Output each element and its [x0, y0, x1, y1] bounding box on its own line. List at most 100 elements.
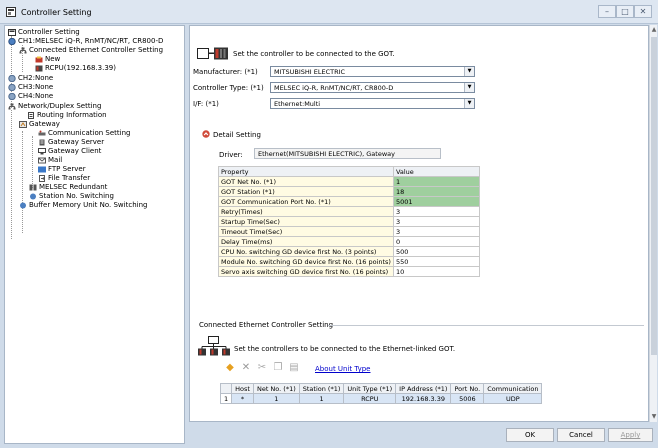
minimize-button[interactable]: –	[598, 5, 616, 18]
window-title: Controller Setting	[21, 8, 92, 17]
buffer-switch-icon	[20, 202, 26, 209]
property-row[interactable]: Startup Time(Sec) 3	[218, 216, 480, 227]
controller-settings-icon	[8, 29, 16, 36]
manufacturer-label: Manufacturer: (*1)	[193, 68, 258, 76]
property-row[interactable]: GOT Station (*1) 18	[218, 186, 480, 197]
tree-guide-line	[32, 136, 33, 188]
minimize-icon: –	[605, 7, 609, 16]
property-value[interactable]: 1	[392, 176, 480, 187]
channel-globe-icon	[8, 93, 16, 100]
chevron-down-icon: ▼	[464, 67, 474, 76]
scroll-thumb[interactable]	[651, 37, 657, 355]
channel-globe-icon	[8, 84, 16, 91]
controller-type-select[interactable]: MELSEC iQ-R, RnMT/NC/RT, CR800-D ▼	[270, 82, 475, 93]
ethernet-controllers-icon	[198, 336, 230, 356]
property-name: GOT Communication Port No. (*1)	[218, 196, 394, 207]
about-unit-type-link[interactable]: About Unit Type	[315, 365, 370, 373]
conn-column-header: Host	[231, 383, 254, 394]
property-name: Module No. switching GD device first No.…	[218, 256, 394, 267]
property-row[interactable]: Timeout Time(Sec) 3	[218, 226, 480, 237]
scroll-up-icon[interactable]: ▲	[650, 26, 658, 34]
conn-column-header	[219, 383, 233, 394]
cancel-button[interactable]: Cancel	[557, 428, 605, 442]
table-row[interactable]: 1 * 1 1 RCPU 192.168.3.39 5006 UDP	[219, 393, 543, 404]
if-label: I/F: (*1)	[193, 100, 219, 108]
ok-button[interactable]: OK	[506, 428, 554, 442]
copy-icon[interactable]: ❐	[272, 362, 284, 374]
manufacturer-select[interactable]: MITSUBISHI ELECTRIC ▼	[270, 66, 475, 77]
tree-guide-line	[11, 110, 12, 239]
property-value[interactable]: 500	[392, 246, 480, 257]
property-name: GOT Station (*1)	[218, 186, 394, 197]
chevron-down-icon: ▼	[464, 83, 474, 92]
property-row[interactable]: Retry(Times) 3	[218, 206, 480, 217]
property-name: Retry(Times)	[218, 206, 394, 217]
property-value[interactable]: 3	[392, 206, 480, 217]
property-name: Timeout Time(Sec)	[218, 226, 394, 237]
table-cell[interactable]: 192.168.3.39	[395, 393, 452, 404]
property-row[interactable]: GOT Communication Port No. (*1) 5001	[218, 196, 480, 207]
tree-guide-line	[22, 131, 23, 233]
controller-connection-icon	[197, 47, 228, 60]
table-cell[interactable]: RCPU	[343, 393, 397, 404]
close-button[interactable]: ✕	[634, 5, 652, 18]
conn-column-header: Net No. (*1)	[252, 383, 300, 394]
property-name: GOT Net No. (*1)	[218, 176, 394, 187]
property-row[interactable]: Servo axis switching GD device first No.…	[218, 266, 480, 277]
network-icon	[19, 47, 27, 54]
property-table: Property Value GOT Net No. (*1) 1 GOT Stat…	[218, 166, 480, 277]
add-icon[interactable]: ◆	[224, 362, 236, 374]
property-value[interactable]: 18	[392, 186, 480, 197]
vertical-scrollbar[interactable]: ▲ ▼	[649, 25, 657, 422]
routing-icon	[28, 112, 34, 119]
property-row[interactable]: CPU No. switching GD device first No. (3…	[218, 246, 480, 257]
new-plc-icon	[35, 56, 43, 63]
property-value[interactable]: 3	[392, 216, 480, 227]
property-value[interactable]: 10	[392, 266, 480, 277]
property-name: Servo axis switching GD device first No.…	[218, 266, 394, 277]
conn-column-header: Unit Type (*1)	[343, 383, 397, 394]
property-row[interactable]: Module No. switching GD device first No.…	[218, 256, 480, 267]
property-name: Startup Time(Sec)	[218, 216, 394, 227]
network-icon	[8, 103, 16, 110]
conn-column-header: Port No.	[450, 383, 485, 394]
chevron-down-icon: ▼	[464, 99, 474, 108]
connected-intro-text: Set the controllers to be connected to t…	[234, 345, 456, 353]
if-select[interactable]: Ethernet:Multi ▼	[270, 98, 475, 109]
table-cell[interactable]: 1	[252, 393, 300, 404]
table-cell[interactable]: 5006	[450, 393, 485, 404]
conn-column-header: Station (*1)	[298, 383, 345, 394]
close-icon: ✕	[639, 7, 647, 16]
paste-icon[interactable]: ▤	[288, 362, 300, 374]
collapse-icon[interactable]	[202, 130, 210, 138]
maximize-button[interactable]: □	[616, 5, 634, 18]
delete-icon[interactable]: ✕	[240, 362, 252, 374]
connected-controllers-table: Host Net No. (*1) Station (*1) Unit Type (*…	[219, 383, 543, 404]
property-name: Delay Time(ms)	[218, 236, 394, 247]
title-bar: Controller Setting – □ ✕	[0, 0, 658, 24]
plc-icon	[35, 65, 43, 72]
controller-settings-icon	[6, 7, 16, 17]
property-row[interactable]: Delay Time(ms) 0	[218, 236, 480, 247]
server-icon	[39, 139, 45, 146]
property-value[interactable]: 5001	[392, 196, 480, 207]
table-cell[interactable]: *	[231, 393, 254, 404]
driver-label: Driver:	[219, 151, 243, 159]
settings-tree[interactable]: Controller Setting CH1:MELSEC iQ-R, RnMT…	[4, 25, 185, 444]
scroll-down-icon[interactable]: ▼	[650, 413, 658, 421]
table-cell[interactable]: 1	[298, 393, 345, 404]
property-value[interactable]: 0	[392, 236, 480, 247]
table-cell[interactable]: UDP	[483, 393, 543, 404]
apply-button[interactable]: Apply	[608, 428, 653, 442]
property-value[interactable]: 550	[392, 256, 480, 267]
conn-column-header: Communication	[483, 383, 543, 394]
redundant-icon	[29, 184, 37, 191]
table-cell[interactable]: 1	[219, 393, 233, 404]
maximize-icon: □	[621, 7, 629, 16]
cut-icon[interactable]: ✂	[256, 362, 268, 374]
driver-field: Ethernet(MITSUBISHI ELECTRIC), Gateway	[254, 148, 441, 159]
property-row[interactable]: GOT Net No. (*1) 1	[218, 176, 480, 187]
controller-type-label: Controller Type: (*1)	[193, 84, 264, 92]
property-header: Property	[218, 166, 394, 177]
property-value[interactable]: 3	[392, 226, 480, 237]
